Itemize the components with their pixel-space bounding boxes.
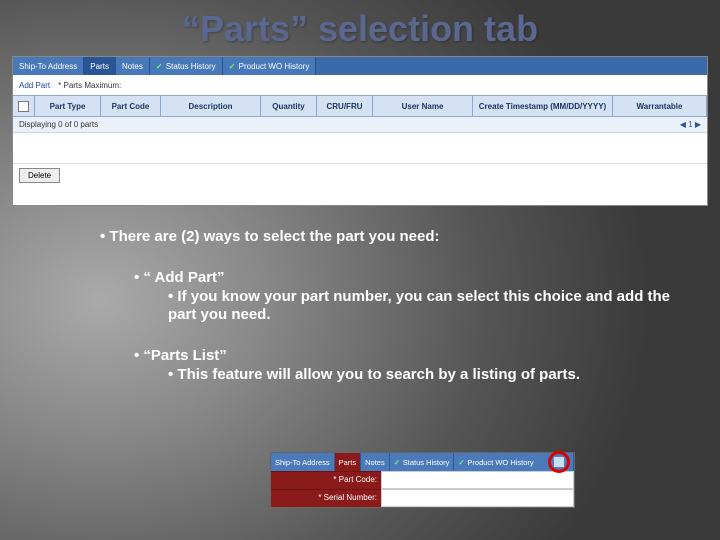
parts-grid-screenshot: Ship-To Address Parts Notes ✓Status Hist… xyxy=(12,56,708,206)
bullet-add-part: • “ Add Part” xyxy=(134,269,680,288)
delete-button[interactable]: Delete xyxy=(19,168,60,183)
slide-body: • There are (2) ways to select the part … xyxy=(100,228,680,385)
col-quantity: Quantity xyxy=(261,96,317,116)
col-part-type: Part Type xyxy=(35,96,101,116)
row-count-label: Displaying 0 of 0 parts xyxy=(19,120,98,129)
select-all-column[interactable] xyxy=(13,96,35,116)
toolbar: Add Part * Parts Maximum: xyxy=(13,75,707,95)
parts-form-screenshot: Ship-To Address Parts Notes ✓Status Hist… xyxy=(270,452,575,508)
pager[interactable]: ◀ 1 ▶ xyxy=(680,120,701,129)
col-part-code: Part Code xyxy=(101,96,161,116)
page-title: “Parts” selection tab xyxy=(0,0,720,50)
tab-status-history[interactable]: ✓Status History xyxy=(390,453,455,471)
status-bar: Displaying 0 of 0 parts ◀ 1 ▶ xyxy=(13,117,707,133)
bullet-parts-list: • “Parts List” xyxy=(134,347,680,366)
col-cru-fru: CRU/FRU xyxy=(317,96,373,116)
part-code-label: * Part Code: xyxy=(271,471,381,489)
check-icon: ✓ xyxy=(156,62,164,70)
bullet-parts-list-detail: • This feature will allow you to search … xyxy=(168,366,680,385)
check-icon: ✓ xyxy=(458,458,466,466)
add-part-link[interactable]: Add Part xyxy=(19,81,50,90)
grid-header: Part Type Part Code Description Quantity… xyxy=(13,95,707,117)
col-description: Description xyxy=(161,96,261,116)
tab-status-history[interactable]: ✓Status History xyxy=(150,57,223,75)
parts-list-icon[interactable] xyxy=(553,456,565,468)
serial-number-label: * Serial Number: xyxy=(271,489,381,507)
col-warrantable: Warrantable xyxy=(613,96,707,116)
field-serial-number: * Serial Number: xyxy=(271,489,574,507)
tab-product-wo-history[interactable]: ✓Product WO History xyxy=(454,453,574,471)
col-create-timestamp: Create Timestamp (MM/DD/YYYY) xyxy=(473,96,613,116)
check-icon: ✓ xyxy=(229,62,237,70)
serial-number-input[interactable] xyxy=(381,489,574,507)
check-icon: ✓ xyxy=(394,458,402,466)
tab-parts[interactable]: Parts xyxy=(84,57,116,75)
parts-maximum-label: * Parts Maximum: xyxy=(58,81,121,90)
bullet-add-part-detail: • If you know your part number, you can … xyxy=(168,288,680,326)
tab-product-wo-history[interactable]: ✓Product WO History xyxy=(223,57,317,75)
tab-parts[interactable]: Parts xyxy=(335,453,362,471)
col-user-name: User Name xyxy=(373,96,473,116)
tab-notes[interactable]: Notes xyxy=(361,453,390,471)
field-part-code: * Part Code: xyxy=(271,471,574,489)
grid-body-empty xyxy=(13,133,707,163)
part-code-input[interactable] xyxy=(381,471,574,489)
tab-ship-to-address[interactable]: Ship-To Address xyxy=(271,453,335,471)
tab-strip-mini: Ship-To Address Parts Notes ✓Status Hist… xyxy=(271,453,574,471)
tab-ship-to-address[interactable]: Ship-To Address xyxy=(13,57,84,75)
tab-strip: Ship-To Address Parts Notes ✓Status Hist… xyxy=(13,57,707,75)
tab-notes[interactable]: Notes xyxy=(116,57,150,75)
grid-footer: Delete xyxy=(13,163,707,187)
bullet-intro: • There are (2) ways to select the part … xyxy=(100,228,680,247)
checkbox-icon[interactable] xyxy=(18,101,29,112)
